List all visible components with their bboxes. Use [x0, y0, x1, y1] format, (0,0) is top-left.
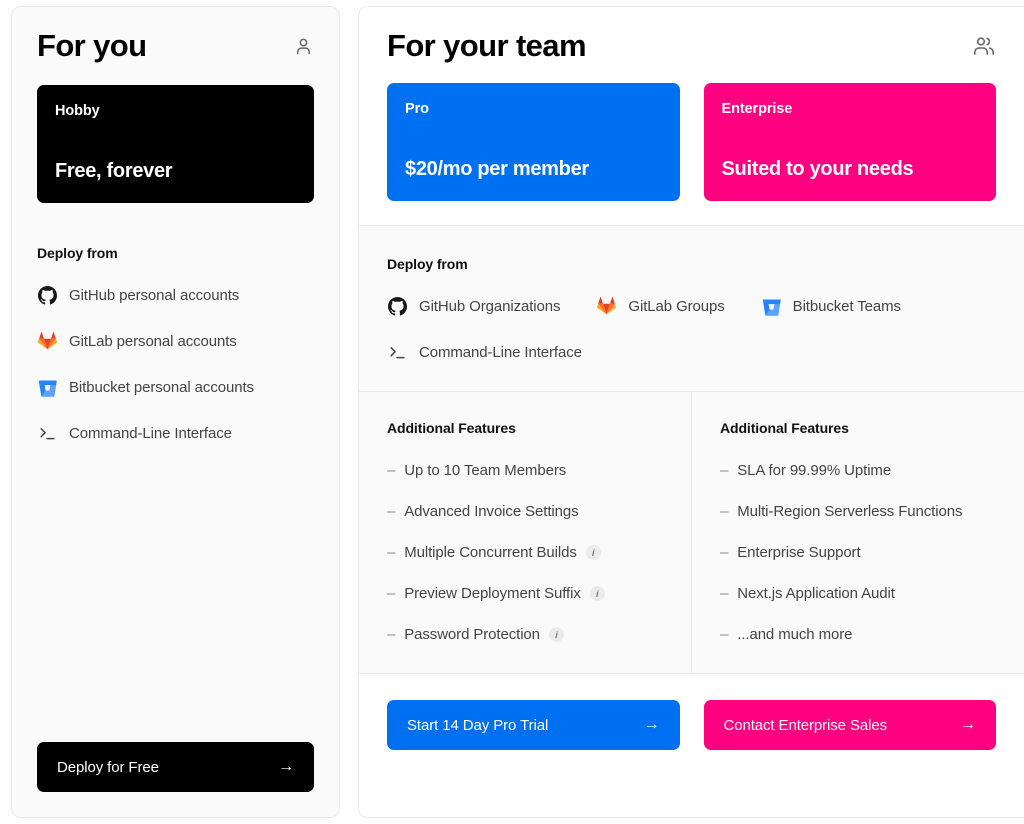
deploy-source-label: Command-Line Interface [419, 344, 582, 362]
deploy-sources-row: GitHub Organizations GitLab Groups Bitbu… [387, 296, 996, 317]
dash-icon: – [720, 544, 729, 562]
dash-icon: – [387, 503, 396, 521]
users-icon [972, 34, 996, 58]
feature-label: Multi-Region Serverless Functions [737, 503, 963, 521]
for-your-team-header: For your team Pro $20/mo per member Ente… [359, 7, 1024, 226]
for-you-header: For you [37, 28, 314, 63]
gitlab-icon [37, 331, 58, 352]
additional-features-heading: Additional Features [387, 420, 516, 437]
cta-label: Start 14 Day Pro Trial [407, 716, 549, 734]
deploy-source-label: GitHub Organizations [419, 298, 561, 316]
arrow-right-icon: → [643, 716, 660, 734]
feature-label: Advanced Invoice Settings [404, 503, 579, 521]
deploy-source-bitbucket[interactable]: Bitbucket Teams [761, 296, 901, 317]
user-icon [293, 36, 314, 57]
deploy-source-gitlab[interactable]: GitLab Groups [596, 296, 725, 317]
feature-item: – Next.js Application Audit [720, 585, 996, 602]
deploy-source-github[interactable]: GitHub personal accounts [37, 285, 314, 306]
feature-item: – SLA for 99.99% Uptime [720, 462, 996, 479]
deploy-source-label: GitLab Groups [628, 298, 725, 316]
for-you-panel: For you Hobby Free, forever Deploy from [11, 6, 340, 818]
github-icon [37, 285, 58, 306]
plan-card-hobby[interactable]: Hobby Free, forever [37, 85, 314, 204]
dash-icon: – [720, 462, 729, 480]
feature-label: SLA for 99.99% Uptime [737, 462, 892, 480]
page-title: For your team [387, 28, 587, 63]
deploy-source-label: GitHub personal accounts [69, 287, 240, 305]
start-pro-trial-button[interactable]: Start 14 Day Pro Trial → [387, 700, 680, 751]
plan-card-pro[interactable]: Pro $20/mo per member [387, 83, 680, 202]
dash-icon: – [387, 462, 396, 480]
deploy-source-label: Bitbucket personal accounts [69, 379, 254, 397]
deploy-source-gitlab[interactable]: GitLab personal accounts [37, 331, 314, 352]
deploy-source-label: Bitbucket Teams [792, 298, 901, 316]
cta-label: Deploy for Free [57, 758, 159, 776]
left-deploy-section: Deploy from GitHub personal accounts Git… [37, 203, 314, 469]
terminal-icon [387, 342, 408, 363]
plan-name: Enterprise [721, 101, 793, 118]
feature-item: – Multiple Concurrent Builds i [387, 544, 663, 561]
deploy-source-label: Command-Line Interface [69, 425, 232, 443]
feature-item: – Password Protection i [387, 626, 663, 643]
feature-item: – Multi-Region Serverless Functions [720, 503, 996, 520]
gitlab-icon [596, 296, 617, 317]
feature-item: – Advanced Invoice Settings [387, 503, 663, 520]
plan-card-enterprise[interactable]: Enterprise Suited to your needs [703, 83, 996, 202]
deploy-from-heading: Deploy from [37, 245, 118, 262]
info-icon[interactable]: i [585, 545, 601, 561]
github-icon [387, 296, 408, 317]
deploy-for-free-button[interactable]: Deploy for Free → [37, 742, 314, 792]
pricing-comparison-screen: For you Hobby Free, forever Deploy from [0, 0, 1024, 824]
dash-icon: – [387, 544, 396, 562]
feature-label: Multiple Concurrent Builds [404, 544, 577, 562]
dash-icon: – [720, 585, 729, 603]
feature-label: ...and much more [737, 626, 853, 644]
feature-item: – Preview Deployment Suffix i [387, 585, 663, 602]
deploy-source-cli[interactable]: Command-Line Interface [37, 423, 314, 444]
dash-icon: – [387, 626, 396, 644]
plan-name: Hobby [55, 103, 100, 120]
for-your-team-panel: For your team Pro $20/mo per member Ente… [358, 6, 1024, 818]
arrow-right-icon: → [278, 758, 294, 775]
deploy-source-label: GitLab personal accounts [69, 333, 237, 351]
plan-name: Pro [405, 101, 429, 118]
info-icon[interactable]: i [548, 627, 564, 643]
team-deploy-section: Deploy from GitHub Organizations GitLab … [359, 225, 1024, 392]
deploy-source-bitbucket[interactable]: Bitbucket personal accounts [37, 377, 314, 398]
plan-price: $20/mo per member [405, 158, 589, 181]
contact-enterprise-sales-button[interactable]: Contact Enterprise Sales → [703, 700, 996, 751]
additional-features-heading: Additional Features [720, 420, 849, 437]
feature-item: – Enterprise Support [720, 544, 996, 561]
plan-price: Free, forever [55, 160, 173, 183]
additional-features-enterprise: Additional Features – SLA for 99.99% Upt… [691, 392, 1024, 674]
terminal-icon [37, 423, 58, 444]
deploy-source-cli[interactable]: Command-Line Interface [387, 342, 996, 363]
additional-features-pro: Additional Features – Up to 10 Team Memb… [359, 392, 691, 673]
feature-label: Password Protection [404, 626, 540, 644]
feature-label: Up to 10 Team Members [404, 462, 567, 480]
dash-icon: – [387, 585, 396, 603]
left-cta-wrap: Deploy for Free → [37, 742, 314, 817]
deploy-source-github[interactable]: GitHub Organizations [387, 296, 561, 317]
bitbucket-icon [37, 377, 58, 398]
dash-icon: – [720, 503, 729, 521]
feature-label: Next.js Application Audit [737, 585, 895, 603]
deploy-from-heading: Deploy from [387, 256, 468, 273]
info-icon[interactable]: i [589, 586, 605, 602]
arrow-right-icon: → [960, 716, 976, 734]
dash-icon: – [720, 626, 729, 644]
team-plan-cards: Pro $20/mo per member Enterprise Suited … [387, 83, 996, 202]
feature-item: – Up to 10 Team Members [387, 462, 663, 479]
page-title: For you [37, 28, 147, 63]
feature-label: Preview Deployment Suffix [404, 585, 581, 603]
team-cta-row: Start 14 Day Pro Trial → Contact Enterpr… [359, 674, 1024, 779]
additional-features-row: Additional Features – Up to 10 Team Memb… [359, 391, 1024, 675]
cta-label: Contact Enterprise Sales [723, 716, 888, 734]
feature-label: Enterprise Support [737, 544, 861, 562]
plan-price: Suited to your needs [721, 158, 914, 181]
feature-item: – ...and much more [720, 626, 996, 643]
bitbucket-icon [761, 296, 782, 317]
